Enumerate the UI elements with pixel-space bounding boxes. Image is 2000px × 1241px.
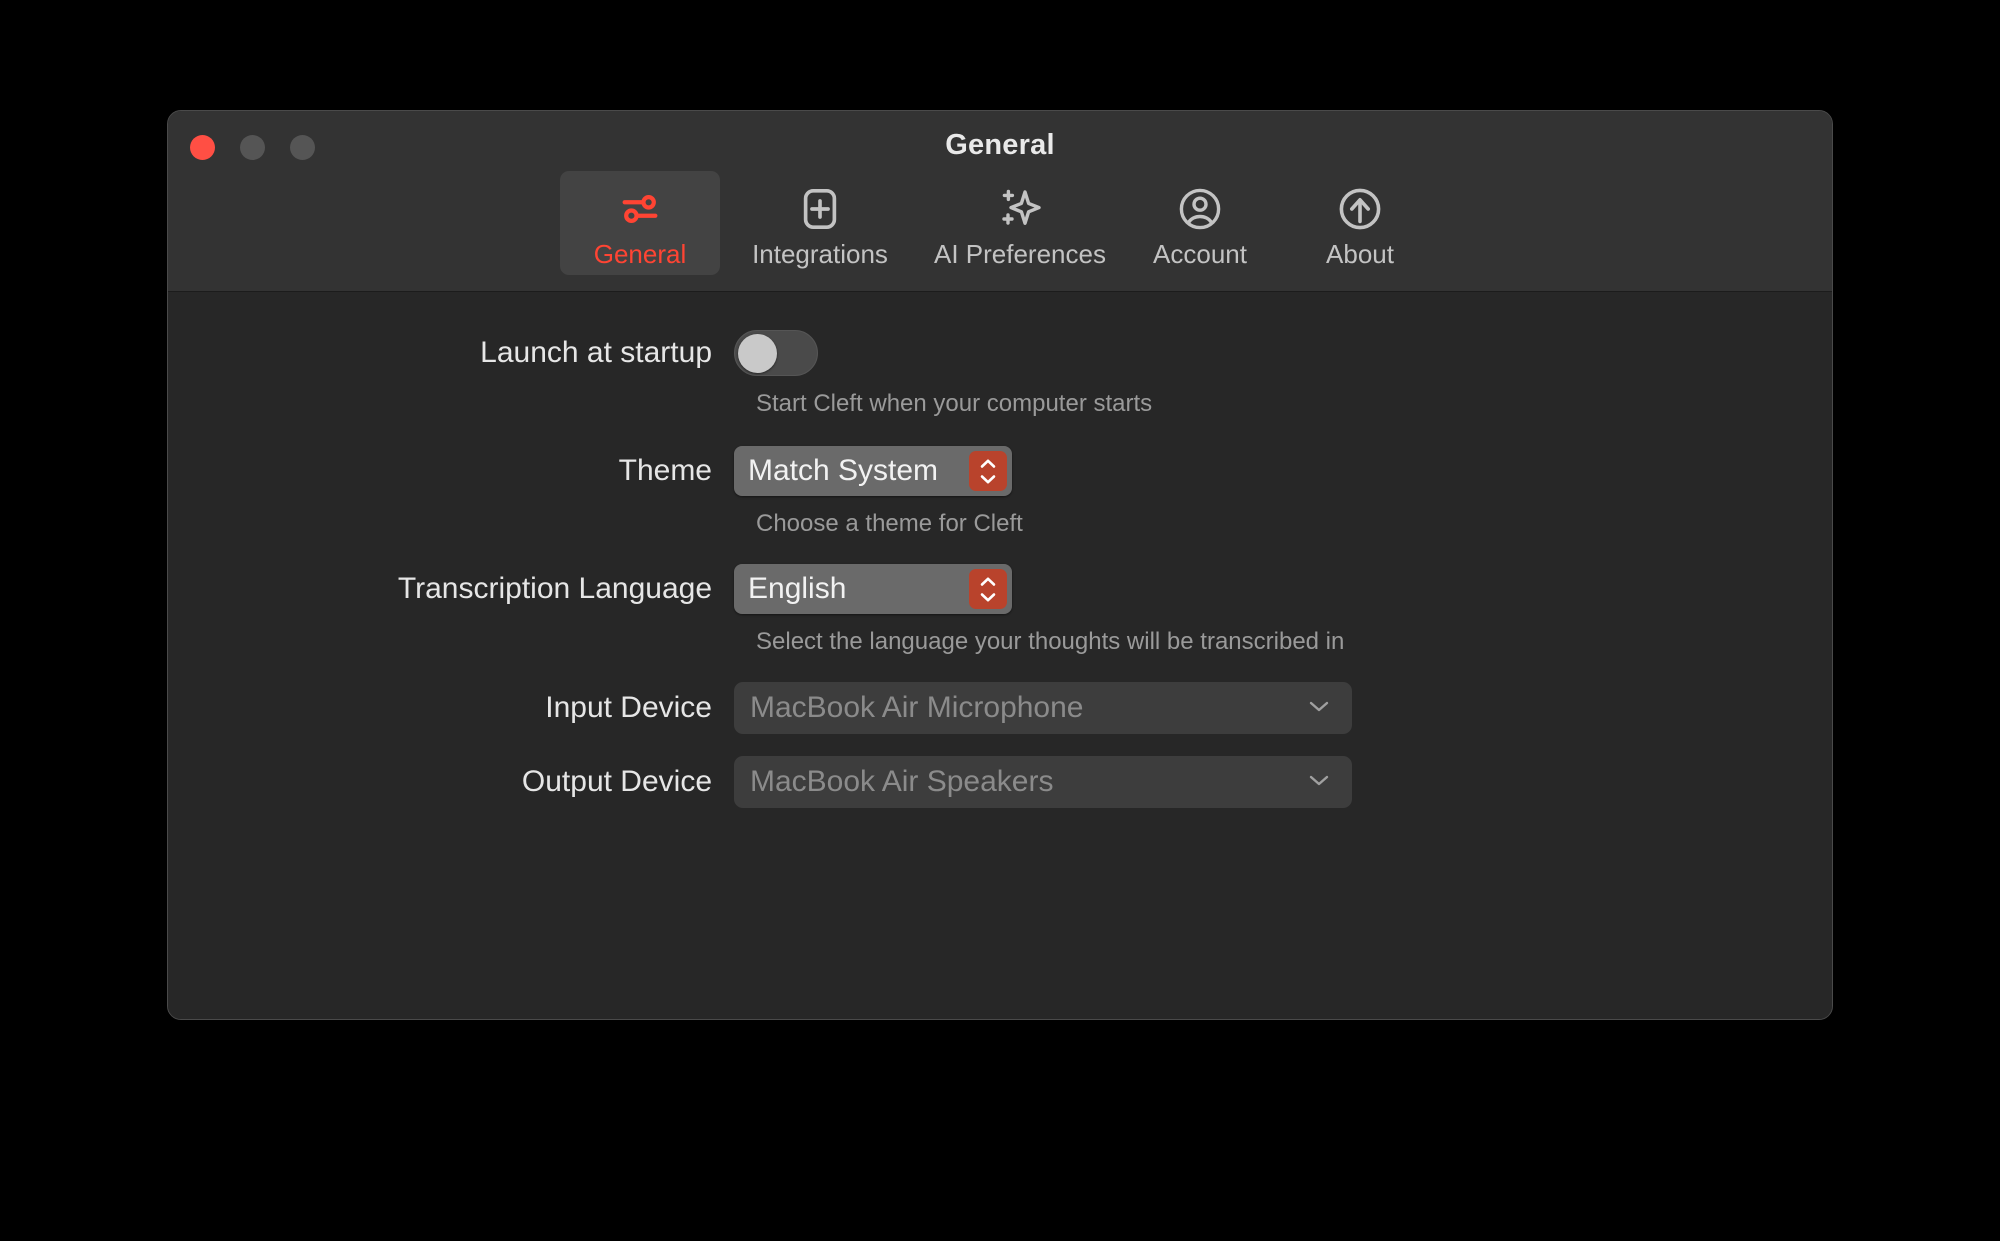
tab-integrations[interactable]: Integrations (720, 171, 920, 275)
traffic-lights (190, 135, 315, 160)
row-input-device: Input Device MacBook Air Microphone (168, 682, 1832, 734)
window-titlebar: General General Integrations AI Preferen… (168, 111, 1832, 292)
chevron-down-icon (1306, 698, 1332, 719)
row-theme: Theme Match System (168, 446, 1832, 496)
tab-account[interactable]: Account (1120, 171, 1280, 275)
minimize-window-button[interactable] (240, 135, 265, 160)
row-launch-at-startup: Launch at startup (168, 330, 1832, 376)
theme-dropdown[interactable]: Match System (734, 446, 1012, 496)
tab-account-label: Account (1153, 239, 1247, 269)
tab-about[interactable]: About (1280, 171, 1440, 275)
tab-ai-preferences-label: AI Preferences (934, 239, 1106, 269)
tab-general[interactable]: General (560, 171, 720, 275)
theme-helper: Choose a theme for Cleft (756, 510, 1023, 537)
launch-at-startup-label: Launch at startup (480, 336, 712, 369)
output-device-label: Output Device (521, 765, 712, 798)
launch-at-startup-toggle[interactable] (734, 330, 818, 376)
input-device-label: Input Device (545, 691, 712, 724)
tab-about-label: About (1326, 239, 1394, 269)
transcription-language-dropdown[interactable]: English (734, 564, 1012, 614)
tab-integrations-label: Integrations (752, 239, 888, 269)
sparkles-icon (996, 183, 1044, 235)
general-settings-form: Launch at startup Start Cleft when your … (168, 330, 1832, 808)
plus-square-icon (797, 183, 843, 235)
output-device-dropdown[interactable]: MacBook Air Speakers (734, 756, 1352, 808)
theme-control: Match System (734, 446, 1012, 496)
theme-value: Match System (748, 454, 939, 487)
output-device-value: MacBook Air Speakers (750, 765, 1054, 798)
tab-ai-preferences[interactable]: AI Preferences (920, 171, 1120, 275)
transcription-language-control: English (734, 564, 1012, 614)
sliders-icon (617, 183, 663, 235)
chevron-down-icon (1306, 772, 1332, 793)
row-transcription-language: Transcription Language English (168, 564, 1832, 614)
window-title: General (945, 129, 1055, 161)
transcription-language-helper: Select the language your thoughts will b… (756, 628, 1345, 655)
row-output-device: Output Device MacBook Air Speakers (168, 756, 1832, 808)
person-circle-icon (1176, 183, 1224, 235)
chevron-up-down-icon (969, 451, 1007, 491)
chevron-up-down-icon (969, 569, 1007, 609)
input-device-value: MacBook Air Microphone (750, 691, 1084, 724)
close-window-button[interactable] (190, 135, 215, 160)
theme-label: Theme (618, 454, 712, 487)
tab-general-label: General (593, 239, 687, 269)
maximize-window-button[interactable] (290, 135, 315, 160)
transcription-language-value: English (748, 572, 847, 605)
arrow-up-circle-icon (1336, 183, 1384, 235)
settings-window: General General Integrations AI Preferen… (167, 110, 1833, 1020)
settings-tabbar: General Integrations AI Preferences Acco… (168, 165, 1832, 285)
settings-content: Launch at startup Start Cleft when your … (168, 292, 1832, 1019)
input-device-dropdown[interactable]: MacBook Air Microphone (734, 682, 1352, 734)
toggle-knob (738, 333, 777, 373)
launch-at-startup-control (734, 330, 818, 376)
input-device-control: MacBook Air Microphone (734, 682, 1352, 734)
transcription-language-label: Transcription Language (397, 572, 712, 605)
output-device-control: MacBook Air Speakers (734, 756, 1352, 808)
launch-at-startup-helper: Start Cleft when your computer starts (756, 390, 1153, 417)
